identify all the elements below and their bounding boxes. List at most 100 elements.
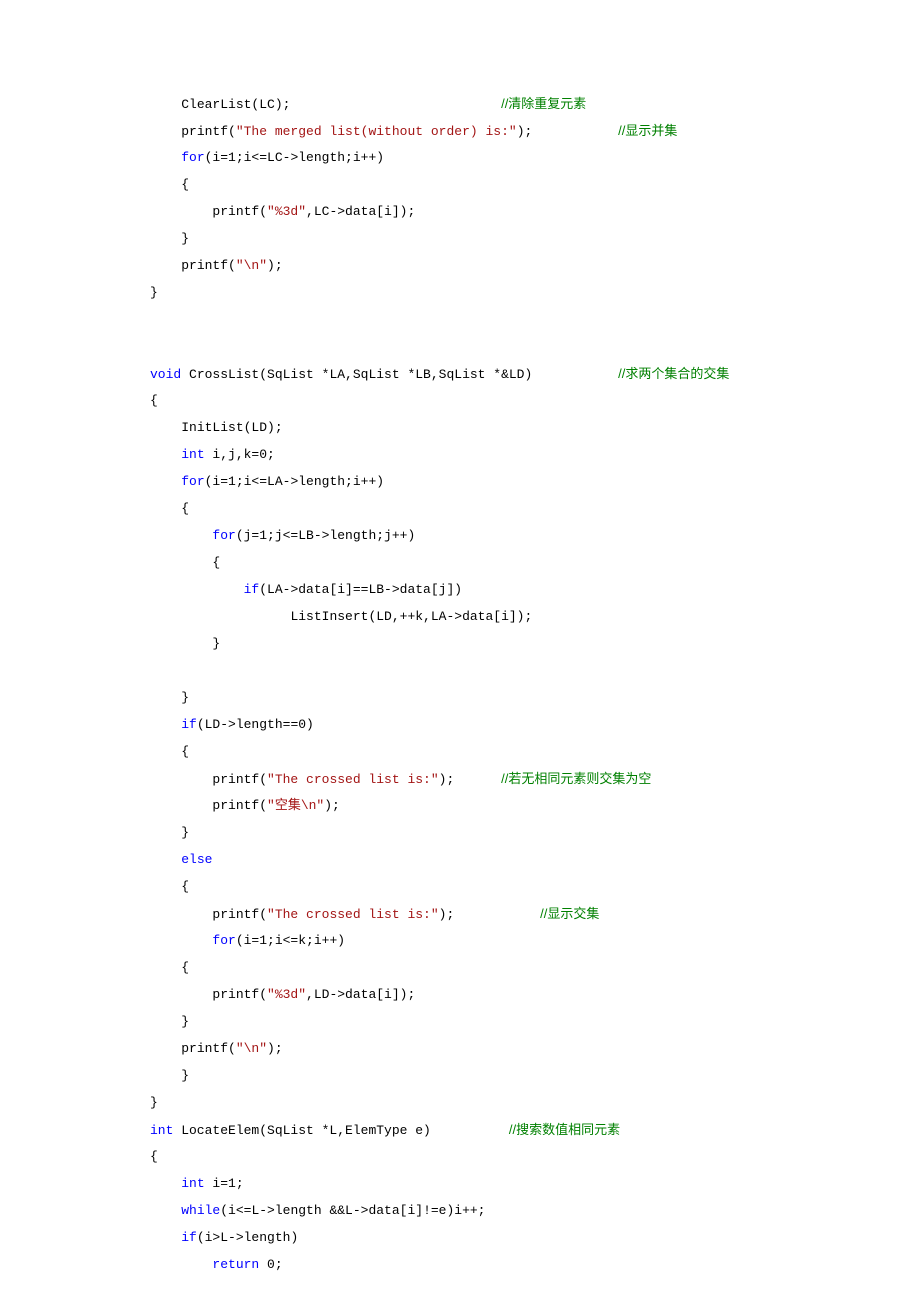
code-token: for bbox=[212, 528, 235, 543]
code-line: printf("The crossed list is:"); //若无相同元素… bbox=[150, 765, 920, 792]
code-line: printf("The crossed list is:"); //显示交集 bbox=[150, 900, 920, 927]
code-token: { bbox=[181, 177, 189, 192]
code-token: i,j,k=0; bbox=[205, 447, 275, 462]
code-token: } bbox=[150, 285, 158, 300]
code-token: void bbox=[150, 367, 181, 382]
code-line: for(i=1;i<=k;i++) bbox=[150, 927, 920, 954]
code-token: } bbox=[181, 231, 189, 246]
code-token: (i=1;i<=LA->length;i++) bbox=[205, 474, 384, 489]
code-token: } bbox=[181, 1014, 189, 1029]
code-token: while bbox=[181, 1203, 220, 1218]
code-token: ); bbox=[439, 907, 540, 922]
code-line: { bbox=[150, 1143, 920, 1170]
code-token: "The crossed list is:" bbox=[267, 772, 439, 787]
code-line bbox=[150, 306, 920, 333]
code-line: { bbox=[150, 549, 920, 576]
code-line: } bbox=[150, 279, 920, 306]
code-token: ,LD->data[i]); bbox=[306, 987, 415, 1002]
code-line: InitList(LD); bbox=[150, 414, 920, 441]
code-line: } bbox=[150, 819, 920, 846]
code-token: //显示并集 bbox=[618, 123, 677, 138]
code-token: //搜索数值相同元素 bbox=[509, 1122, 620, 1137]
code-token: printf( bbox=[181, 258, 236, 273]
code-line: } bbox=[150, 1062, 920, 1089]
code-line: printf("%3d",LD->data[i]); bbox=[150, 981, 920, 1008]
code-line: printf("%3d",LC->data[i]); bbox=[150, 198, 920, 225]
code-line: { bbox=[150, 387, 920, 414]
code-token: { bbox=[181, 501, 189, 516]
code-token: //清除重复元素 bbox=[501, 96, 586, 111]
code-line: return 0; bbox=[150, 1251, 920, 1278]
code-line: { bbox=[150, 738, 920, 765]
code-page: ClearList(LC); //清除重复元素 printf("The merg… bbox=[0, 90, 920, 1278]
code-token: (i>L->length) bbox=[197, 1230, 298, 1245]
code-token: int bbox=[150, 1123, 173, 1138]
code-token: ); bbox=[267, 1041, 283, 1056]
code-token: printf( bbox=[212, 204, 267, 219]
code-token: (i<=L->length &&L->data[i]!=e)i++; bbox=[220, 1203, 485, 1218]
code-line: } bbox=[150, 684, 920, 711]
code-line: while(i<=L->length &&L->data[i]!=e)i++; bbox=[150, 1197, 920, 1224]
code-line: printf("The merged list(without order) i… bbox=[150, 117, 920, 144]
code-token: for bbox=[212, 933, 235, 948]
code-token: (j=1;j<=LB->length;j++) bbox=[236, 528, 415, 543]
code-token: { bbox=[181, 960, 189, 975]
code-token: ); bbox=[439, 772, 501, 787]
code-line: int i=1; bbox=[150, 1170, 920, 1197]
code-token: ClearList(LC); bbox=[181, 97, 501, 112]
code-token: printf( bbox=[212, 798, 267, 813]
code-token: if bbox=[181, 1230, 197, 1245]
code-line: if(LA->data[i]==LB->data[j]) bbox=[150, 576, 920, 603]
code-token: for bbox=[181, 150, 204, 165]
code-token: if bbox=[181, 717, 197, 732]
code-line: printf("空集\n"); bbox=[150, 792, 920, 819]
code-token: ); bbox=[267, 258, 283, 273]
code-token: } bbox=[150, 1095, 158, 1110]
code-token: "%3d" bbox=[267, 987, 306, 1002]
code-line: { bbox=[150, 954, 920, 981]
code-token: { bbox=[212, 555, 220, 570]
code-line: } bbox=[150, 1089, 920, 1116]
code-token: i=1; bbox=[205, 1176, 244, 1191]
code-line: { bbox=[150, 495, 920, 522]
code-token: } bbox=[181, 1068, 189, 1083]
code-token: printf( bbox=[212, 772, 267, 787]
code-token: ); bbox=[517, 124, 618, 139]
code-token: //若无相同元素则交集为空 bbox=[501, 771, 651, 786]
code-token: "\n" bbox=[236, 258, 267, 273]
code-line: if(i>L->length) bbox=[150, 1224, 920, 1251]
code-token: ); bbox=[324, 798, 340, 813]
code-token: CrossList(SqList *LA,SqList *LB,SqList *… bbox=[181, 367, 618, 382]
code-line: ClearList(LC); //清除重复元素 bbox=[150, 90, 920, 117]
code-token: for bbox=[181, 474, 204, 489]
code-token: LocateElem(SqList *L,ElemType e) bbox=[173, 1123, 508, 1138]
code-token: (LA->data[i]==LB->data[j]) bbox=[259, 582, 462, 597]
code-token: "%3d" bbox=[267, 204, 306, 219]
code-token: printf( bbox=[212, 987, 267, 1002]
code-token: else bbox=[181, 852, 212, 867]
code-token: //求两个集合的交集 bbox=[618, 366, 729, 381]
code-token: printf( bbox=[181, 124, 236, 139]
code-token: InitList(LD); bbox=[181, 420, 282, 435]
code-line bbox=[150, 657, 920, 684]
code-token: { bbox=[150, 1149, 158, 1164]
code-token: //显示交集 bbox=[540, 906, 599, 921]
code-line: int i,j,k=0; bbox=[150, 441, 920, 468]
code-line: } bbox=[150, 630, 920, 657]
code-token: } bbox=[181, 825, 189, 840]
code-line: ListInsert(LD,++k,LA->data[i]); bbox=[150, 603, 920, 630]
code-line: { bbox=[150, 873, 920, 900]
code-token: (LD->length==0) bbox=[197, 717, 314, 732]
code-token: { bbox=[181, 744, 189, 759]
code-token: ,LC->data[i]); bbox=[306, 204, 415, 219]
code-line: printf("\n"); bbox=[150, 252, 920, 279]
code-token: "\n" bbox=[236, 1041, 267, 1056]
code-line: { bbox=[150, 171, 920, 198]
code-token: } bbox=[181, 690, 189, 705]
code-line: void CrossList(SqList *LA,SqList *LB,SqL… bbox=[150, 360, 920, 387]
code-token: int bbox=[181, 1176, 204, 1191]
code-line bbox=[150, 333, 920, 360]
code-line: int LocateElem(SqList *L,ElemType e) //搜… bbox=[150, 1116, 920, 1143]
code-token: { bbox=[181, 879, 189, 894]
code-token: ListInsert(LD,++k,LA->data[i]); bbox=[290, 609, 532, 624]
